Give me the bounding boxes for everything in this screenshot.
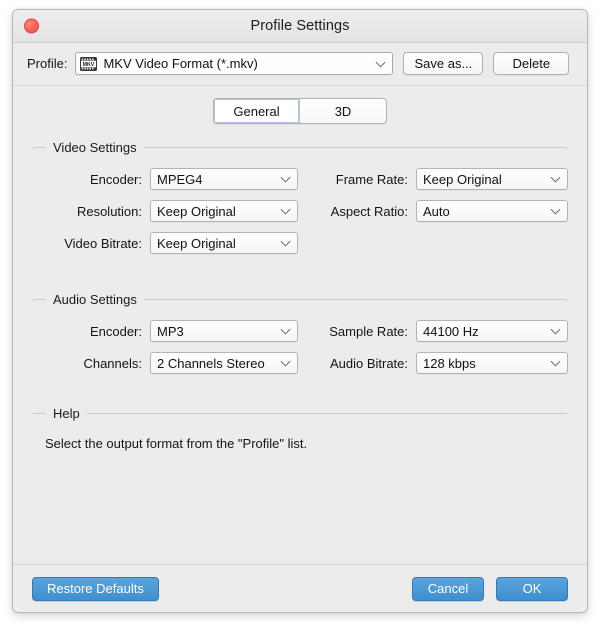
screenshot-root: Profile Settings Profile: bbox=[0, 0, 600, 636]
chevron-down-icon bbox=[551, 174, 560, 183]
channels-value: 2 Channels Stereo bbox=[157, 356, 265, 371]
channels-label: Channels: bbox=[33, 356, 150, 371]
window-titlebar: Profile Settings bbox=[13, 10, 587, 43]
profile-selected-value: MKV Video Format (*.mkv) bbox=[103, 56, 257, 71]
aspect-ratio-select[interactable]: Auto bbox=[416, 200, 568, 222]
settings-body: Video Settings Encoder: MPEG4 Frame Rate… bbox=[13, 138, 587, 564]
help-group: Help Select the output format from the "… bbox=[33, 406, 567, 451]
resolution-value: Keep Original bbox=[157, 204, 236, 219]
audio-encoder-value: MP3 bbox=[157, 324, 184, 339]
tab-3d[interactable]: 3D bbox=[300, 99, 386, 123]
delete-button[interactable]: Delete bbox=[493, 52, 569, 75]
video-bitrate-label: Video Bitrate: bbox=[33, 236, 150, 251]
section-spacer bbox=[33, 254, 567, 290]
video-bitrate-select[interactable]: Keep Original bbox=[150, 232, 298, 254]
frame-rate-select[interactable]: Keep Original bbox=[416, 168, 568, 190]
sample-rate-value: 44100 Hz bbox=[423, 324, 479, 339]
video-settings-group: Video Settings Encoder: MPEG4 Frame Rate… bbox=[33, 140, 567, 254]
channels-select[interactable]: 2 Channels Stereo bbox=[150, 352, 298, 374]
audio-settings-group: Audio Settings Encoder: MP3 Sample Rate:… bbox=[33, 292, 567, 374]
group-rule-left bbox=[33, 413, 46, 414]
audio-settings-header: Audio Settings bbox=[33, 292, 567, 306]
audio-encoder-label: Encoder: bbox=[33, 324, 150, 339]
profile-bar: Profile: bbox=[13, 43, 587, 86]
video-settings-header: Video Settings bbox=[33, 140, 567, 154]
audio-encoder-select[interactable]: MP3 bbox=[150, 320, 298, 342]
audio-settings-grid: Encoder: MP3 Sample Rate: 44100 Hz Chann… bbox=[33, 306, 567, 374]
section-spacer bbox=[33, 374, 567, 404]
help-text: Select the output format from the "Profi… bbox=[33, 420, 567, 451]
tab-general[interactable]: General bbox=[214, 99, 300, 123]
group-rule-right bbox=[144, 299, 567, 300]
video-settings-grid: Encoder: MPEG4 Frame Rate: Keep Original… bbox=[33, 154, 567, 254]
resolution-select[interactable]: Keep Original bbox=[150, 200, 298, 222]
profile-label: Profile: bbox=[27, 56, 67, 71]
frame-rate-label: Frame Rate: bbox=[314, 172, 416, 187]
chevron-down-icon bbox=[281, 238, 290, 247]
mkv-film-icon: MKV bbox=[80, 57, 97, 71]
group-rule-right bbox=[87, 413, 567, 414]
dialog-footer: Restore Defaults Cancel OK bbox=[13, 564, 587, 612]
group-rule-left bbox=[33, 299, 46, 300]
save-as-button[interactable]: Save as... bbox=[403, 52, 483, 75]
restore-defaults-button[interactable]: Restore Defaults bbox=[32, 577, 159, 601]
group-rule-right bbox=[144, 147, 567, 148]
sample-rate-label: Sample Rate: bbox=[314, 324, 416, 339]
audio-bitrate-label: Audio Bitrate: bbox=[314, 356, 416, 371]
window-title: Profile Settings bbox=[250, 18, 349, 34]
video-encoder-value: MPEG4 bbox=[157, 172, 203, 187]
chevron-down-icon bbox=[281, 358, 290, 367]
cancel-button[interactable]: Cancel bbox=[412, 577, 484, 601]
tab-bar: General 3D bbox=[13, 86, 587, 138]
chevron-down-icon bbox=[376, 59, 385, 68]
audio-settings-title: Audio Settings bbox=[46, 292, 144, 307]
chevron-down-icon bbox=[551, 206, 560, 215]
video-bitrate-value: Keep Original bbox=[157, 236, 236, 251]
audio-bitrate-value: 128 kbps bbox=[423, 356, 476, 371]
close-window-icon[interactable] bbox=[24, 19, 39, 34]
video-encoder-select[interactable]: MPEG4 bbox=[150, 168, 298, 190]
audio-bitrate-select[interactable]: 128 kbps bbox=[416, 352, 568, 374]
frame-rate-value: Keep Original bbox=[423, 172, 502, 187]
chevron-down-icon bbox=[281, 326, 290, 335]
aspect-ratio-label: Aspect Ratio: bbox=[314, 204, 416, 219]
chevron-down-icon bbox=[551, 358, 560, 367]
svg-text:MKV: MKV bbox=[83, 62, 95, 68]
chevron-down-icon bbox=[281, 206, 290, 215]
profile-dropdown[interactable]: MKV MKV Video Format (*.mkv) bbox=[75, 52, 393, 75]
profile-settings-dialog: Profile Settings Profile: bbox=[12, 9, 588, 613]
aspect-ratio-value: Auto bbox=[423, 204, 450, 219]
chevron-down-icon bbox=[281, 174, 290, 183]
sample-rate-select[interactable]: 44100 Hz bbox=[416, 320, 568, 342]
help-title: Help bbox=[46, 406, 87, 421]
ok-button[interactable]: OK bbox=[496, 577, 568, 601]
video-settings-title: Video Settings bbox=[46, 140, 144, 155]
group-rule-left bbox=[33, 147, 46, 148]
video-encoder-label: Encoder: bbox=[33, 172, 150, 187]
help-header: Help bbox=[33, 406, 567, 420]
segmented-control: General 3D bbox=[213, 98, 387, 124]
resolution-label: Resolution: bbox=[33, 204, 150, 219]
chevron-down-icon bbox=[551, 326, 560, 335]
